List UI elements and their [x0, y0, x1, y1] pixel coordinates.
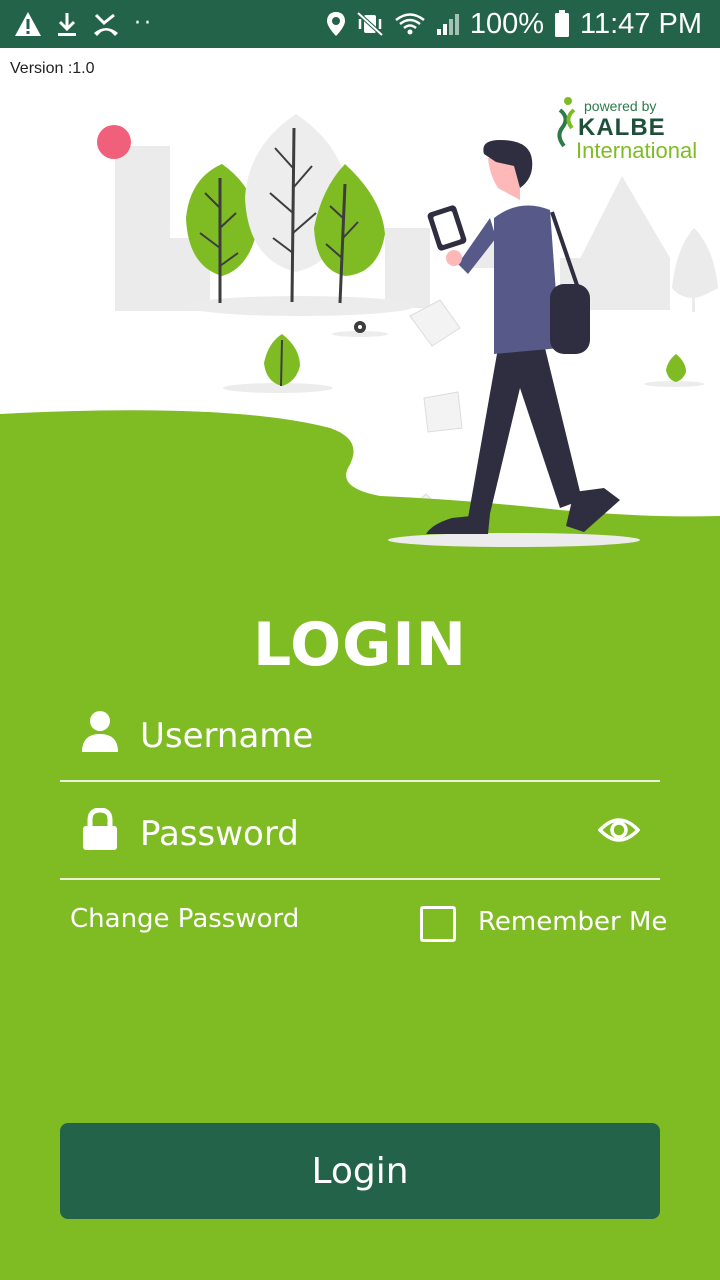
user-icon: [82, 711, 118, 752]
logo-subtitle: International: [576, 138, 698, 163]
password-input[interactable]: [140, 806, 580, 862]
status-right-icons: 100% 11:47 PM: [326, 6, 702, 42]
password-field: [60, 790, 660, 880]
kalbe-logo: powered by KALBE International: [552, 94, 712, 166]
lock-icon: [83, 808, 117, 850]
remember-me-checkbox[interactable]: Remember Me: [420, 904, 668, 944]
wifi-icon: [395, 13, 425, 35]
more-notifications-icon: ··: [134, 11, 154, 36]
location-icon: [326, 12, 345, 36]
mute-vibrate-icon: [356, 11, 384, 37]
battery-icon: [555, 10, 570, 37]
version-label: Version :1.0: [10, 60, 95, 77]
login-title: LOGIN: [253, 610, 467, 680]
login-button[interactable]: Login: [60, 1123, 660, 1219]
warning-icon: [15, 12, 41, 36]
logo-powered-by: powered by: [584, 98, 657, 114]
battery-percent: 100%: [469, 7, 545, 40]
remember-me-label: Remember Me: [478, 907, 668, 937]
download-icon: [58, 13, 76, 36]
username-field: [60, 692, 660, 782]
checkbox-box[interactable]: [420, 906, 456, 942]
status-bar: ·· 100% 11:47 PM: [0, 0, 720, 48]
change-password-link[interactable]: Change Password: [70, 904, 299, 934]
clock: 11:47 PM: [580, 7, 702, 40]
signal-icon: [436, 14, 459, 35]
missed-call-icon: [94, 13, 118, 36]
show-password-eye-icon[interactable]: [598, 812, 640, 848]
username-input[interactable]: [140, 708, 580, 764]
status-left-icons: ··: [14, 8, 154, 40]
